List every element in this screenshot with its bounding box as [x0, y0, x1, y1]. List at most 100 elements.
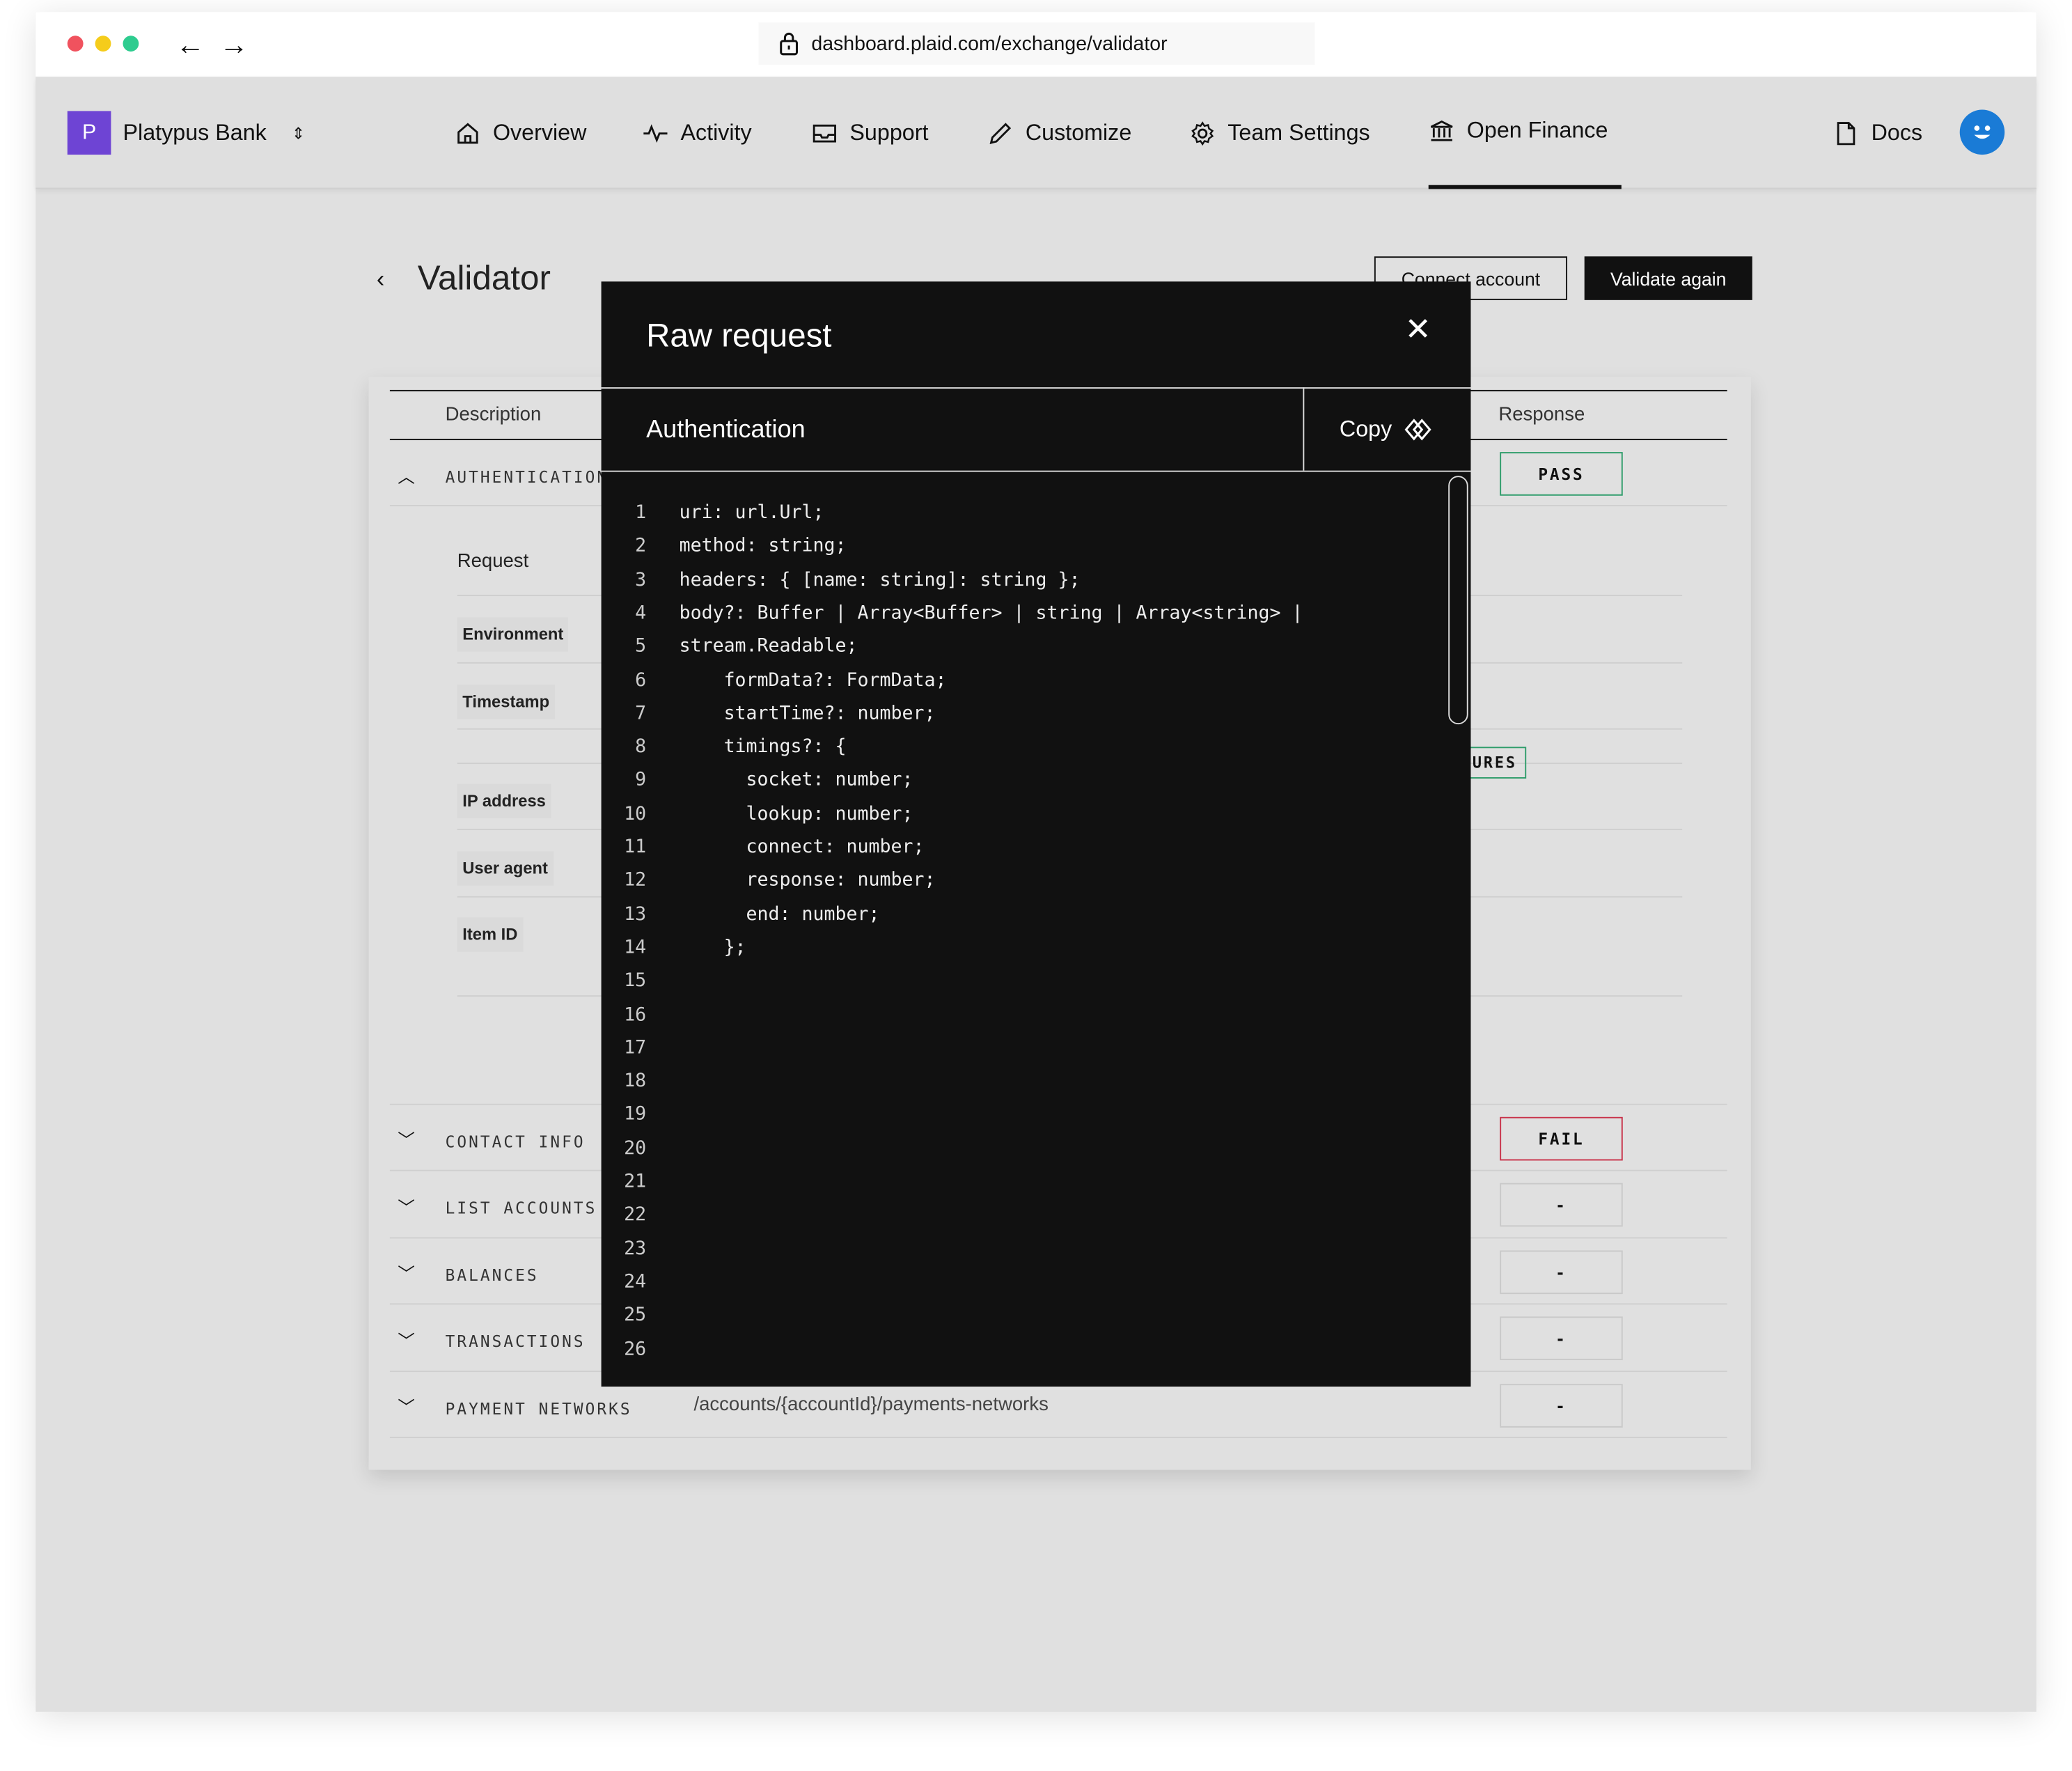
line-number: 3 — [635, 569, 647, 591]
avatar[interactable] — [1959, 109, 2005, 155]
code-text: startTime?: number; — [679, 703, 936, 724]
code-line: 10 lookup: number; — [602, 801, 913, 827]
nav-label: Overview — [492, 119, 587, 145]
code-line: 26 — [602, 1336, 680, 1362]
browser-chrome: ← → dashboard.plaid.com/exchange/validat… — [36, 12, 2036, 77]
browser-window: ← → dashboard.plaid.com/exchange/validat… — [36, 12, 2036, 1712]
back-arrow-icon[interactable]: ← — [175, 28, 205, 62]
raw-request-modal: Raw request ✕ Authentication Copy 1 uri: … — [601, 281, 1471, 1387]
code-text: uri: url.Url; — [679, 502, 824, 524]
chevron-updown-icon: ⇕ — [291, 123, 305, 143]
close-window-button[interactable] — [67, 36, 84, 52]
section-authentication[interactable]: AUTHENTICATION — [446, 468, 609, 487]
line-number: 20 — [624, 1137, 647, 1159]
nav-label: Team Settings — [1227, 119, 1370, 145]
nav-support[interactable]: Support — [811, 77, 928, 189]
code-text: }; — [679, 937, 746, 958]
line-number: 22 — [624, 1204, 647, 1226]
field-ip-address: IP address — [457, 783, 551, 818]
org-switcher[interactable]: P Platypus Bank ⇕ — [67, 111, 305, 155]
validate-again-button[interactable]: Validate again — [1584, 256, 1752, 300]
line-number: 13 — [624, 903, 647, 925]
nav-team-settings[interactable]: Team Settings — [1189, 77, 1370, 189]
chevron-down-icon[interactable]: ﹀ — [398, 1126, 415, 1151]
code-line: 17 — [602, 1035, 680, 1061]
nav-label: Activity — [680, 119, 752, 145]
line-number: 4 — [635, 602, 647, 624]
code-line: 16 — [602, 1001, 680, 1028]
home-icon — [457, 122, 478, 143]
line-number: 6 — [635, 669, 647, 691]
copy-button[interactable]: Copy — [1303, 387, 1470, 471]
chevron-down-icon[interactable]: ﹀ — [398, 1327, 415, 1352]
endpoint-path: /accounts/{accountId}/payments-networks — [693, 1394, 1049, 1416]
pencil-icon — [989, 122, 1012, 143]
line-number: 19 — [624, 1104, 647, 1125]
status-badge: - — [1500, 1384, 1623, 1428]
code-line: 9 socket: number; — [602, 767, 913, 794]
smiley-icon — [1974, 125, 1991, 139]
line-number: 25 — [624, 1304, 647, 1327]
column-header-response: Response — [1498, 404, 1585, 426]
nav-docs[interactable]: Docs — [1833, 77, 1922, 189]
code-line: 19 — [602, 1102, 680, 1128]
line-number: 7 — [635, 703, 647, 724]
code-text: end: number; — [679, 903, 880, 925]
line-number: 14 — [624, 937, 647, 958]
chevron-up-icon[interactable]: ︿ — [398, 462, 415, 487]
nav-open-finance[interactable]: Open Finance — [1428, 77, 1622, 189]
status-badge: - — [1500, 1250, 1623, 1295]
nav-label: Support — [849, 119, 929, 145]
code-line: 11 connect: number; — [602, 834, 925, 861]
code-text: connect: number; — [679, 836, 925, 858]
line-number: 18 — [624, 1070, 647, 1092]
maximize-window-button[interactable] — [123, 36, 139, 52]
line-number: 16 — [624, 1004, 647, 1025]
section-transactions[interactable]: TRANSACTIONS — [446, 1332, 586, 1351]
page-title: Validator — [417, 258, 551, 298]
chevron-down-icon[interactable]: ﹀ — [398, 1260, 415, 1285]
section-list-accounts[interactable]: LIST ACCOUNTS — [446, 1199, 597, 1217]
line-number: 24 — [624, 1271, 647, 1293]
code-text: headers: { [name: string]: string }; — [679, 569, 1081, 591]
code-line: 22 — [602, 1202, 680, 1228]
modal-tab-authentication: Authentication — [646, 416, 806, 444]
nav-overview[interactable]: Overview — [455, 77, 587, 189]
code-line: 15 — [602, 968, 680, 994]
code-text: response: number; — [679, 870, 936, 891]
code-text: socket: number; — [679, 770, 913, 791]
chevron-down-icon[interactable]: ﹀ — [398, 1194, 415, 1219]
nav-customize[interactable]: Customize — [987, 77, 1131, 189]
forward-arrow-icon[interactable]: → — [219, 28, 249, 62]
section-balances[interactable]: BALANCES — [446, 1266, 539, 1285]
section-payment-networks[interactable]: PAYMENT NETWORKS — [446, 1400, 632, 1419]
field-user-agent: User agent — [457, 851, 554, 886]
address-bar[interactable]: dashboard.plaid.com/exchange/validator — [758, 22, 1315, 65]
nav-activity[interactable]: Activity — [642, 77, 752, 189]
status-badge: - — [1500, 1316, 1623, 1361]
code-line: 14 }; — [602, 935, 746, 961]
code-text: stream.Readable; — [679, 636, 858, 657]
copy-icon — [1405, 418, 1432, 440]
back-chevron-icon[interactable]: ‹ — [377, 265, 384, 293]
code-line: 25 — [602, 1302, 680, 1329]
line-number: 10 — [624, 803, 647, 825]
code-line: 8 timings?: { — [602, 734, 846, 760]
line-number: 5 — [635, 636, 647, 657]
scrollbar[interactable] — [1448, 476, 1468, 725]
code-text: lookup: number; — [679, 803, 913, 825]
close-icon[interactable]: ✕ — [1405, 313, 1431, 348]
top-nav: P Platypus Bank ⇕ Overview Activity Supp… — [36, 77, 2036, 189]
status-badge: - — [1500, 1183, 1623, 1227]
minimize-window-button[interactable] — [95, 36, 111, 52]
field-environment: Environment — [457, 617, 569, 652]
line-number: 1 — [635, 502, 647, 524]
code-line: 21 — [602, 1169, 680, 1195]
status-badge-fail: FAIL — [1500, 1116, 1623, 1161]
section-contact-info[interactable]: CONTACT INFO — [446, 1133, 586, 1152]
line-number: 2 — [635, 536, 647, 557]
line-number: 17 — [624, 1037, 647, 1059]
chevron-down-icon[interactable]: ﹀ — [398, 1393, 415, 1418]
document-icon — [1837, 121, 1855, 145]
gear-icon — [1191, 120, 1214, 146]
